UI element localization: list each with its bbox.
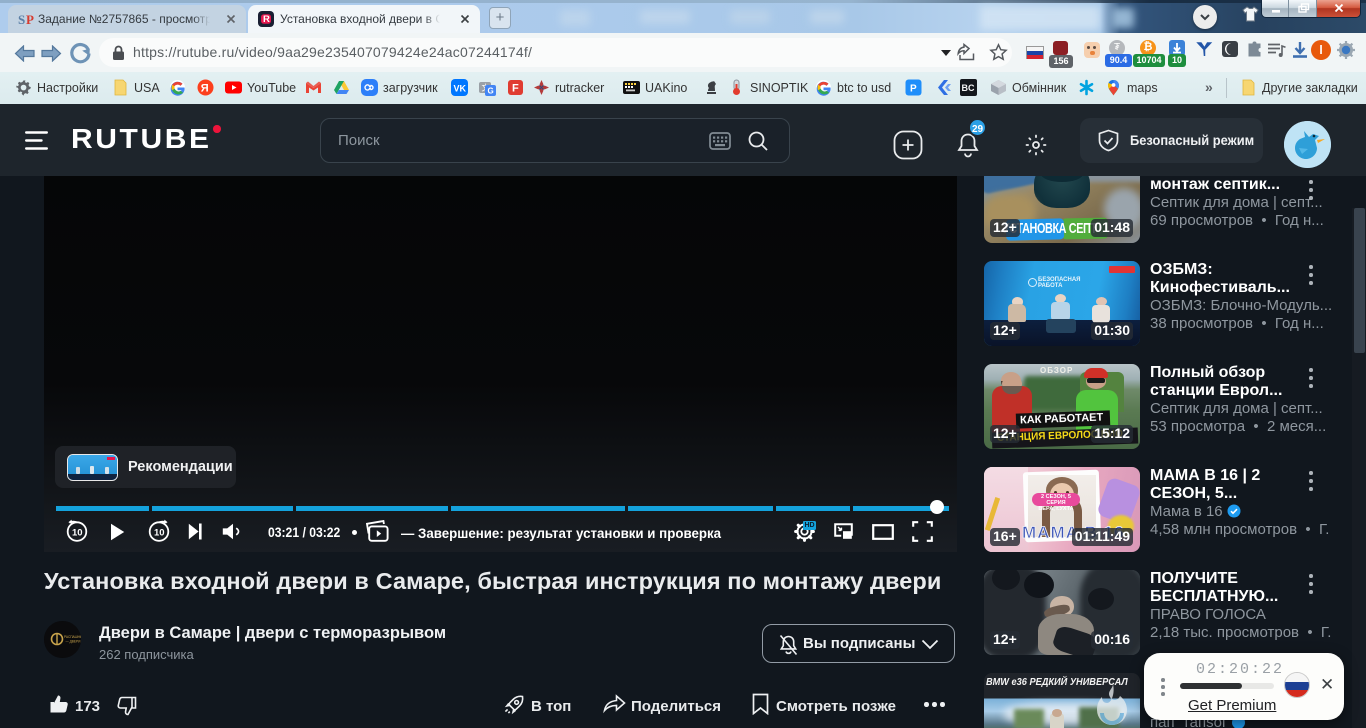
svg-text:G: G bbox=[488, 87, 494, 96]
svg-text:РАСПАШНЫЕ: РАСПАШНЫЕ bbox=[64, 635, 81, 639]
svg-text:F: F bbox=[512, 83, 519, 95]
svg-text:P: P bbox=[910, 84, 917, 95]
svg-text:10: 10 bbox=[154, 527, 165, 538]
svg-text:S: S bbox=[18, 12, 25, 27]
svg-text:P: P bbox=[26, 12, 34, 27]
svg-text:BC: BC bbox=[962, 83, 975, 93]
svg-text:10: 10 bbox=[72, 527, 83, 538]
svg-text:— ДВЕРИ —: — ДВЕРИ — bbox=[66, 640, 82, 644]
svg-text:VK: VK bbox=[454, 84, 467, 94]
svg-text:R: R bbox=[263, 14, 270, 25]
svg-text:Я: Я bbox=[201, 83, 209, 95]
